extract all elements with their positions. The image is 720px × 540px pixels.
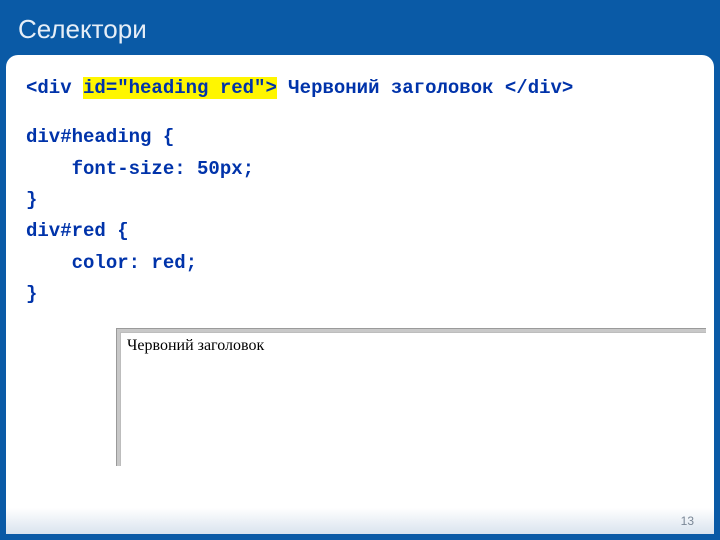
blank-line [26, 104, 694, 122]
code-line: div#red { [26, 216, 694, 247]
page-number: 13 [681, 514, 694, 528]
slide: Селектори <div id="heading red"> Червони… [0, 0, 720, 540]
inner-text: Червоний заголовок [277, 77, 505, 99]
close-tag: </div> [505, 77, 573, 99]
code-line: font-size: 50px; [26, 154, 694, 185]
code-line: } [26, 185, 694, 216]
browser-preview: Червоний заголовок [116, 328, 706, 466]
slide-header: Селектори [0, 0, 720, 55]
code-line: color: red; [26, 248, 694, 279]
open-tag: <div [26, 77, 83, 99]
slide-title: Селектори [18, 14, 702, 45]
highlighted-attr: id="heading red"> [83, 77, 277, 99]
preview-viewport: Червоний заголовок [120, 332, 706, 466]
code-block: <div id="heading red"> Червоний заголово… [26, 73, 694, 310]
footer-gradient [6, 508, 714, 534]
code-line: div#heading { [26, 122, 694, 153]
code-line-html: <div id="heading red"> Червоний заголово… [26, 73, 694, 104]
slide-body-wrap: <div id="heading red"> Червоний заголово… [0, 55, 720, 540]
content-panel: <div id="heading red"> Червоний заголово… [6, 55, 714, 534]
code-line: } [26, 279, 694, 310]
preview-text: Червоний заголовок [127, 337, 700, 355]
